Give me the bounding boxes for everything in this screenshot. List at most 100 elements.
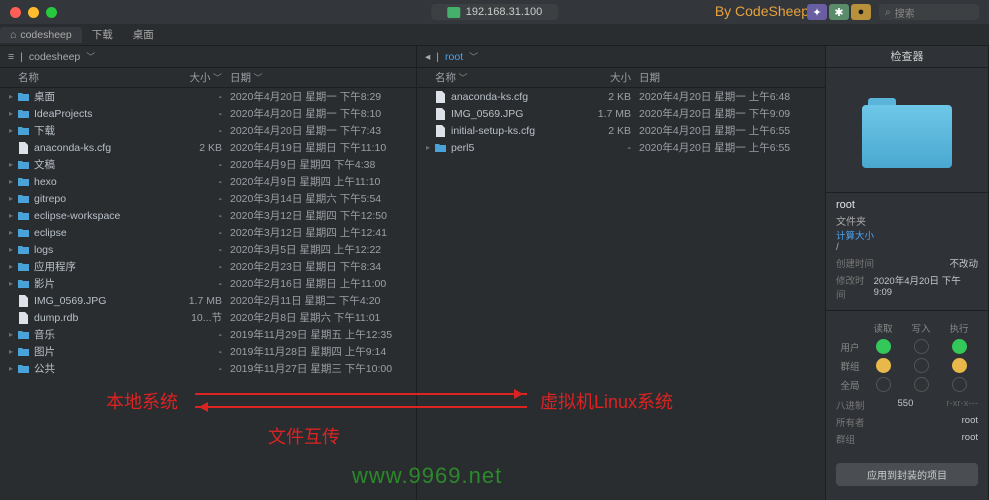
- file-size: 2 KB: [589, 91, 639, 103]
- file-row[interactable]: ▸gitrepo-2020年3月14日 星期六 下午5:54: [0, 190, 416, 207]
- file-row[interactable]: ▸IdeaProjects-2020年4月20日 星期一 下午8:10: [0, 105, 416, 122]
- disclosure-icon[interactable]: ▸: [6, 347, 16, 356]
- perm-other-write[interactable]: [914, 377, 929, 392]
- disclosure-icon[interactable]: ▸: [6, 194, 16, 203]
- col-date[interactable]: 日期: [639, 70, 819, 85]
- file-size: -: [180, 210, 230, 222]
- file-row[interactable]: anaconda-ks.cfg2 KB2020年4月19日 星期日 下午11:1…: [0, 139, 416, 156]
- disclosure-icon[interactable]: ▸: [6, 109, 16, 118]
- tool-button-2[interactable]: ✱: [829, 4, 849, 20]
- folder-icon: [16, 108, 30, 120]
- file-date: 2020年4月20日 星期一 下午9:09: [639, 106, 819, 121]
- disclosure-icon[interactable]: ▸: [6, 126, 16, 135]
- file-date: 2020年4月20日 星期一 上午6:48: [639, 89, 819, 104]
- file-size: 10...节: [180, 310, 230, 325]
- disclosure-icon[interactable]: ▸: [6, 279, 16, 288]
- col-size[interactable]: 大小 ﹀: [180, 70, 230, 85]
- file-row[interactable]: initial-setup-ks.cfg2 KB2020年4月20日 星期一 上…: [417, 122, 825, 139]
- disclosure-icon[interactable]: ▸: [6, 92, 16, 101]
- remote-path-bar[interactable]: ◂| root ﹀: [417, 46, 825, 68]
- title-bar: 192.168.31.100 By CodeSheep ✦ ✱ ● ⌕ 搜索: [0, 0, 989, 24]
- folder-icon: [16, 329, 30, 341]
- file-row[interactable]: ▸perl5-2020年4月20日 星期一 上午6:55: [417, 139, 825, 156]
- perm-group-exec[interactable]: [952, 358, 967, 373]
- perm-user-write[interactable]: [914, 339, 929, 354]
- file-date: 2020年3月12日 星期四 上午12:41: [230, 225, 410, 240]
- file-date: 2019年11月27日 星期三 下午10:00: [230, 361, 410, 376]
- disclosure-icon[interactable]: ▸: [6, 228, 16, 237]
- file-row[interactable]: ▸下载-2020年4月20日 星期一 下午7:43: [0, 122, 416, 139]
- tab-desktop[interactable]: 桌面: [123, 25, 164, 44]
- tool-button-1[interactable]: ✦: [807, 4, 827, 20]
- file-row[interactable]: ▸eclipse-2020年3月12日 星期四 上午12:41: [0, 224, 416, 241]
- apply-button[interactable]: 应用到封装的项目: [836, 463, 978, 486]
- compute-size-link[interactable]: 计算大小: [836, 228, 978, 242]
- file-date: 2020年4月19日 星期日 下午11:10: [230, 140, 410, 155]
- file-row[interactable]: ▸文稿-2020年4月9日 星期四 下午4:38: [0, 156, 416, 173]
- perm-group-read[interactable]: [876, 358, 891, 373]
- col-name[interactable]: 名称: [18, 70, 180, 85]
- file-row[interactable]: ▸公共-2019年11月27日 星期三 下午10:00: [0, 360, 416, 377]
- file-date: 2020年2月11日 星期二 下午4:20: [230, 293, 410, 308]
- inspector-permissions: 读取写入执行 用户 群组 全局 八进制550r-xr-x--- 所有者root …: [826, 310, 988, 455]
- col-date[interactable]: 日期 ﹀: [230, 70, 410, 85]
- disclosure-icon[interactable]: ▸: [6, 262, 16, 271]
- file-row[interactable]: ▸音乐-2019年11月29日 星期五 上午12:35: [0, 326, 416, 343]
- file-row[interactable]: ▸图片-2019年11月28日 星期四 上午9:14: [0, 343, 416, 360]
- file-row[interactable]: ▸应用程序-2020年2月23日 星期日 下午8:34: [0, 258, 416, 275]
- file-size: -: [180, 159, 230, 171]
- folder-icon: [16, 125, 30, 137]
- zoom-icon[interactable]: [46, 7, 57, 18]
- minimize-icon[interactable]: [28, 7, 39, 18]
- file-size: -: [180, 193, 230, 205]
- perm-other-exec[interactable]: [952, 377, 967, 392]
- disclosure-icon[interactable]: ▸: [6, 211, 16, 220]
- file-date: 2020年4月20日 星期一 下午8:29: [230, 89, 410, 104]
- file-size: -: [589, 142, 639, 154]
- file-row[interactable]: IMG_0569.JPG1.7 MB2020年4月20日 星期一 下午9:09: [417, 105, 825, 122]
- perm-other-read[interactable]: [876, 377, 891, 392]
- file-row[interactable]: dump.rdb10...节2020年2月8日 星期六 下午11:01: [0, 309, 416, 326]
- perm-user-exec[interactable]: [952, 339, 967, 354]
- disclosure-icon[interactable]: ▸: [6, 177, 16, 186]
- col-size[interactable]: 大小: [589, 70, 639, 85]
- file-row[interactable]: ▸hexo-2020年4月9日 星期四 上午11:10: [0, 173, 416, 190]
- perm-group-write[interactable]: [914, 358, 929, 373]
- file-name: hexo: [34, 176, 180, 188]
- disclosure-icon[interactable]: ▸: [6, 330, 16, 339]
- file-name: dump.rdb: [34, 312, 180, 324]
- file-row[interactable]: ▸eclipse-workspace-2020年3月12日 星期四 下午12:5…: [0, 207, 416, 224]
- file-name: perl5: [451, 142, 589, 154]
- file-row[interactable]: ▸桌面-2020年4月20日 星期一 下午8:29: [0, 88, 416, 105]
- perm-user-read[interactable]: [876, 339, 891, 354]
- folder-icon: [16, 210, 30, 222]
- file-name: gitrepo: [34, 193, 180, 205]
- tab-downloads[interactable]: 下载: [82, 25, 123, 44]
- file-size: -: [180, 108, 230, 120]
- inspector-title: 检查器: [826, 46, 988, 68]
- search-input[interactable]: ⌕ 搜索: [879, 4, 979, 20]
- file-icon: [16, 142, 30, 154]
- tool-button-3[interactable]: ●: [851, 4, 871, 20]
- file-row[interactable]: ▸logs-2020年3月5日 星期四 上午12:22: [0, 241, 416, 258]
- local-path-bar[interactable]: ≡| codesheep ﹀: [0, 46, 416, 68]
- file-icon: [433, 125, 447, 137]
- tab-codesheep[interactable]: ⌂codesheep: [0, 27, 82, 43]
- disclosure-icon[interactable]: ▸: [6, 245, 16, 254]
- remote-file-list: anaconda-ks.cfg2 KB2020年4月20日 星期一 上午6:48…: [417, 88, 825, 500]
- disclosure-icon[interactable]: ▸: [423, 143, 433, 152]
- address-bar[interactable]: 192.168.31.100: [431, 4, 558, 20]
- disclosure-icon[interactable]: ▸: [6, 364, 16, 373]
- disclosure-icon[interactable]: ▸: [6, 160, 16, 169]
- close-icon[interactable]: [10, 7, 21, 18]
- file-row[interactable]: anaconda-ks.cfg2 KB2020年4月20日 星期一 上午6:48: [417, 88, 825, 105]
- file-name: 桌面: [34, 89, 180, 104]
- file-size: -: [180, 261, 230, 273]
- file-row[interactable]: ▸影片-2020年2月16日 星期日 上午11:00: [0, 275, 416, 292]
- back-icon[interactable]: ◂: [425, 51, 430, 63]
- file-size: 2 KB: [589, 125, 639, 137]
- local-file-list: ▸桌面-2020年4月20日 星期一 下午8:29▸IdeaProjects-2…: [0, 88, 416, 500]
- file-name: 文稿: [34, 157, 180, 172]
- file-row[interactable]: IMG_0569.JPG1.7 MB2020年2月11日 星期二 下午4:20: [0, 292, 416, 309]
- col-name[interactable]: 名称 ﹀: [435, 70, 589, 85]
